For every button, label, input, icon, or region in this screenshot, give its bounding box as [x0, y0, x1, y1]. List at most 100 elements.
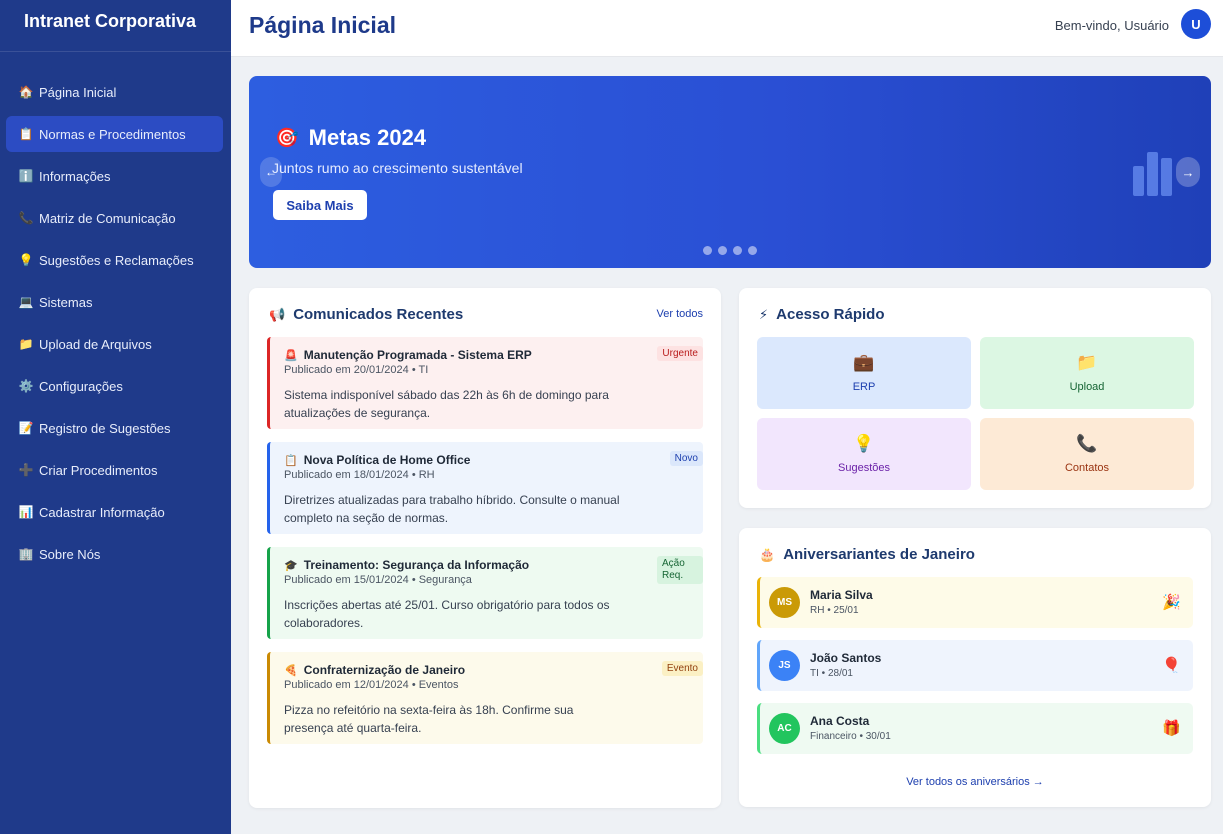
sidebar-item-label: Cadastrar Informação	[39, 504, 165, 520]
quick-access-card: ⚡ Acesso Rápido 💼 ERP 📁 Upload 💡 Sugestõ…	[739, 288, 1211, 508]
learn-more-button[interactable]: Saiba Mais	[273, 190, 367, 220]
tile-label: Contatos	[1064, 462, 1110, 474]
sidebar-item-suggestion-log[interactable]: 📝 Registro de Sugestões	[6, 410, 223, 446]
bar-chart-icon: 📊	[18, 505, 34, 519]
top-header: Página Inicial Bem-vindo, Usuário U	[231, 0, 1223, 57]
pizza-icon: 🍕	[284, 664, 298, 677]
sidebar-item-create-procedures[interactable]: ➕ Criar Procedimentos	[6, 452, 223, 488]
sidebar: Intranet Corporativa 🏠 Página Inicial 📋 No…	[0, 0, 231, 834]
quick-tile-contacts[interactable]: 📞 Contatos	[980, 418, 1194, 490]
birthdays-header: 🎂 Aniversariantes de Janeiro	[759, 546, 975, 563]
memo-icon: 📝	[18, 421, 34, 435]
birthday-info: RH • 25/01	[810, 605, 859, 616]
birthday-item: MS Maria Silva RH • 25/01 🎉	[757, 577, 1193, 628]
announcements-title: Comunicados Recentes	[293, 306, 464, 323]
laptop-icon: 💻	[18, 295, 34, 309]
quick-tile-erp[interactable]: 💼 ERP	[757, 337, 971, 409]
brand-title: Intranet Corporativa	[0, 0, 231, 52]
folder-icon: 📁	[18, 337, 34, 351]
sidebar-item-label: Criar Procedimentos	[39, 462, 158, 478]
carousel-next-button[interactable]: →	[1176, 157, 1200, 187]
sidebar-item-label: Sobre Nós	[39, 546, 101, 562]
birthdays-card: 🎂 Aniversariantes de Janeiro MS Maria Si…	[739, 528, 1211, 807]
birthday-info: TI • 28/01	[810, 668, 853, 679]
birthday-cake-icon: 🎂	[759, 546, 776, 562]
lightbulb-icon: 💡	[853, 434, 875, 453]
carousel-dot[interactable]	[733, 246, 742, 255]
quick-access-title: Acesso Rápido	[776, 306, 885, 323]
announcement-item[interactable]: 🎓 Treinamento: Segurança da Informação Pu…	[267, 547, 703, 639]
sidebar-item-upload[interactable]: 📁 Upload de Arquivos	[6, 326, 223, 362]
hero-title: 🎯 Metas 2024	[275, 125, 426, 151]
sidebar-item-label: Registro de Sugestões	[39, 420, 171, 436]
announcements-header: 📢 Comunicados Recentes	[269, 306, 463, 323]
quick-tile-suggestions[interactable]: 💡 Sugestões	[757, 418, 971, 490]
sidebar-item-suggestions[interactable]: 💡 Sugestões e Reclamações	[6, 242, 223, 278]
birthday-item: JS João Santos TI • 28/01 🎈	[757, 640, 1193, 691]
birthdays-title: Aniversariantes de Janeiro	[783, 546, 975, 563]
announcement-title: 🚨 Manutenção Programada - Sistema ERP	[284, 348, 689, 362]
sidebar-item-about[interactable]: 🏢 Sobre Nós	[6, 536, 223, 572]
quick-access-header: ⚡ Acesso Rápido	[759, 306, 885, 323]
page-title: Página Inicial	[249, 12, 396, 38]
welcome-text: Bem-vindo, Usuário	[1054, 18, 1169, 33]
carousel-dot[interactable]	[703, 246, 712, 255]
office-building-icon: 🏢	[18, 547, 34, 561]
tile-label: Upload	[1069, 381, 1105, 393]
announcement-title: 🍕 Confraternização de Janeiro	[284, 663, 689, 677]
sidebar-nav: 🏠 Página Inicial 📋 Normas e Procedimentos …	[0, 52, 231, 572]
target-icon: 🎯	[275, 128, 299, 149]
sidebar-item-home[interactable]: 🏠 Página Inicial	[6, 74, 223, 110]
folder-icon: 📁	[1076, 353, 1098, 372]
birthday-name: João Santos	[810, 651, 882, 665]
sidebar-item-settings[interactable]: ⚙️ Configurações	[6, 368, 223, 404]
birthday-item: AC Ana Costa Financeiro • 30/01 🎁	[757, 703, 1193, 754]
sidebar-item-label: Página Inicial	[39, 84, 117, 100]
carousel-dot[interactable]	[748, 246, 757, 255]
hero-subtitle: Juntos rumo ao crescimento sustentável	[272, 160, 523, 176]
announcement-title-text: Confraternização de Janeiro	[303, 663, 466, 677]
tile-label: ERP	[852, 381, 876, 393]
sidebar-item-label: Sugestões e Reclamações	[39, 252, 194, 268]
announcement-meta: Publicado em 12/01/2024 • Eventos	[284, 679, 459, 691]
sidebar-item-norms[interactable]: 📋 Normas e Procedimentos	[6, 116, 223, 152]
balloon-icon: 🎈	[1162, 657, 1181, 674]
announcement-body: Pizza no refeitório na sexta-feira às 18…	[284, 703, 574, 735]
party-popper-icon: 🎉	[1162, 594, 1181, 611]
announcement-meta: Publicado em 18/01/2024 • RH	[284, 469, 435, 481]
announcement-body: Inscrições abertas até 25/01. Curso obri…	[284, 598, 610, 630]
status-badge: Novo	[669, 451, 703, 466]
announcement-body: Diretrizes atualizadas para trabalho híb…	[284, 493, 620, 525]
announcement-title-text: Manutenção Programada - Sistema ERP	[303, 348, 532, 362]
see-all-birthdays-link[interactable]: Ver todos os aniversários →	[739, 776, 1211, 788]
quick-tile-upload[interactable]: 📁 Upload	[980, 337, 1194, 409]
carousel-dot[interactable]	[718, 246, 727, 255]
sidebar-item-communication[interactable]: 📞 Matriz de Comunicação	[6, 200, 223, 236]
announcement-meta: Publicado em 20/01/2024 • TI	[284, 364, 429, 376]
info-icon: ℹ️	[18, 169, 34, 183]
briefcase-icon: 💼	[853, 353, 875, 372]
see-all-announcements-link[interactable]: Ver todos	[657, 308, 703, 320]
announcement-body: Sistema indisponível sábado das 22h às 6…	[284, 388, 609, 420]
user-avatar[interactable]: U	[1181, 9, 1211, 39]
hero-carousel: ← 🎯 Metas 2024 Juntos rumo ao cresciment…	[249, 76, 1211, 268]
announcement-title: 🎓 Treinamento: Segurança da Informação	[284, 558, 689, 572]
lightning-icon: ⚡	[759, 306, 769, 322]
clipboard-icon: 📋	[284, 454, 298, 467]
announcements-card: 📢 Comunicados Recentes Ver todos 🚨 Manute…	[249, 288, 721, 808]
phone-icon: 📞	[18, 211, 34, 225]
birthday-name: Ana Costa	[810, 714, 870, 728]
sidebar-item-label: Normas e Procedimentos	[39, 126, 186, 142]
announcement-item[interactable]: 🍕 Confraternização de Janeiro Publicado e…	[267, 652, 703, 744]
status-badge: Ação Req.	[657, 556, 703, 584]
gear-icon: ⚙️	[18, 379, 34, 393]
announcement-title-text: Treinamento: Segurança da Informação	[303, 558, 530, 572]
sidebar-item-register-info[interactable]: 📊 Cadastrar Informação	[6, 494, 223, 530]
sidebar-item-systems[interactable]: 💻 Sistemas	[6, 284, 223, 320]
announcement-item[interactable]: 🚨 Manutenção Programada - Sistema ERP Pub…	[267, 337, 703, 429]
hero-title-text: Metas 2024	[308, 125, 427, 150]
megaphone-icon: 📢	[269, 306, 286, 322]
sidebar-item-info[interactable]: ℹ️ Informações	[6, 158, 223, 194]
clipboard-icon: 📋	[18, 127, 34, 141]
announcement-item[interactable]: 📋 Nova Política de Home Office Publicado …	[267, 442, 703, 534]
